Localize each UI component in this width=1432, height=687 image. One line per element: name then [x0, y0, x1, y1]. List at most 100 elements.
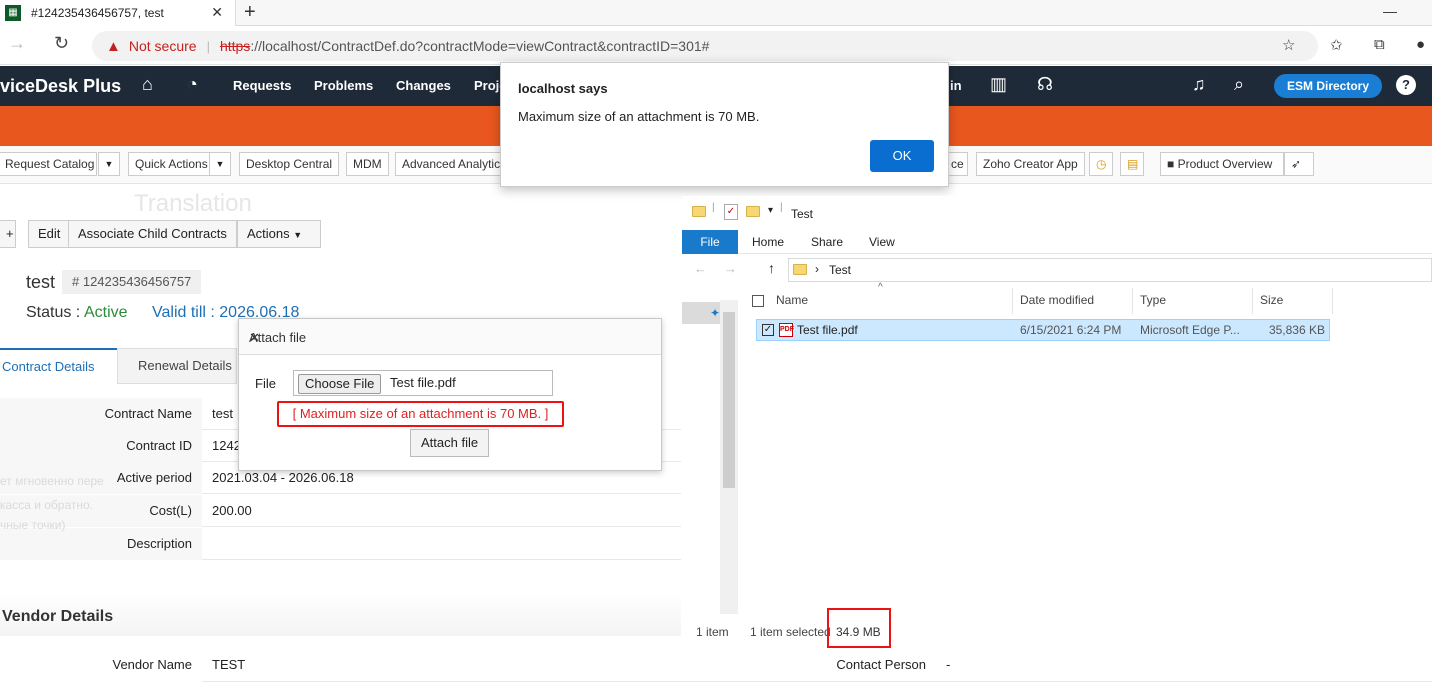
minimize-icon[interactable]: —	[1383, 0, 1397, 22]
reports-icon[interactable]: ▥	[990, 74, 1007, 95]
associate-child-contracts-button[interactable]: Associate Child Contracts	[68, 220, 237, 248]
detail-value: test	[212, 406, 233, 421]
detail-value: 1242	[212, 438, 241, 453]
title-separator: |	[780, 202, 783, 213]
column-date-modified[interactable]: Date modified	[1020, 293, 1094, 307]
nav-scroll-thumb[interactable]	[723, 312, 735, 488]
column-divider[interactable]	[1132, 288, 1133, 314]
mdm-button[interactable]: MDM	[346, 152, 389, 176]
dashboard-icon[interactable]: ◔	[187, 74, 198, 95]
contract-title: test	[26, 272, 56, 292]
address-folder-icon	[793, 264, 807, 275]
help-icon[interactable]: ?	[1396, 75, 1416, 95]
breadcrumb-folder[interactable]: Test	[829, 263, 851, 277]
quick-actions-button[interactable]: Quick Actions	[128, 152, 210, 176]
search-icon[interactable]: ⌕	[1234, 74, 1244, 95]
alert-message: Maximum size of an attachment is 70 MB.	[518, 109, 760, 124]
nav-changes[interactable]: Changes	[396, 78, 451, 93]
add-favorite-icon[interactable]: ☆	[1282, 36, 1295, 54]
detail-value: 200.00	[212, 503, 252, 518]
request-catalog-button[interactable]: Request Catalog	[0, 152, 97, 176]
close-icon[interactable]: ✕	[249, 330, 639, 346]
bell-icon[interactable]: ♫	[1192, 74, 1206, 95]
ghost-translation-text: Translation	[134, 190, 252, 217]
home-icon[interactable]: ⌂	[142, 74, 153, 95]
ribbon-tab-home[interactable]: Home	[752, 235, 784, 249]
product-overview-button[interactable]: ■ Product Overview	[1160, 152, 1284, 176]
choose-file-button[interactable]: Choose File	[298, 374, 382, 394]
up-arrow-icon[interactable]: ↑	[768, 260, 775, 276]
edit-button[interactable]: Edit	[28, 220, 71, 248]
file-checkbox[interactable]: ✓	[762, 324, 774, 336]
back-icon[interactable]: →	[8, 33, 26, 54]
folder-icon[interactable]	[692, 206, 706, 217]
desktop-central-button[interactable]: Desktop Central	[239, 152, 340, 176]
select-all-checkbox[interactable]	[752, 295, 764, 307]
zoho-creator-button[interactable]: Zoho Creator App	[976, 152, 1085, 176]
browser-alert-dialog: localhost says Maximum size of an attach…	[500, 62, 949, 187]
rocket-icon[interactable]: ➶	[1284, 152, 1314, 176]
column-divider[interactable]	[1012, 288, 1013, 314]
file-type: Microsoft Edge P...	[1140, 323, 1240, 337]
url-bar[interactable]: ▲ Not secure | https://localhost/Contrac…	[92, 31, 1318, 61]
collections-icon[interactable]: ⧉	[1374, 36, 1385, 53]
explorer-address-bar[interactable]: › Test	[788, 258, 1432, 282]
refresh-icon[interactable]: ↻	[54, 33, 69, 54]
alert-title: localhost says	[518, 81, 608, 96]
attach-dialog-header: Attach file ✕	[239, 319, 661, 355]
selected-size-highlight: 34.9 MB	[827, 608, 891, 648]
size-error-message: [ Maximum size of an attachment is 70 MB…	[277, 401, 564, 427]
actions-button[interactable]: Actions ▼	[237, 220, 321, 248]
file-row[interactable]: ✓ PDF Test file.pdf 6/15/2021 6:24 PM Mi…	[756, 319, 1330, 341]
detail-label: Description	[0, 528, 202, 560]
notes-icon[interactable]: ▤	[1120, 152, 1144, 176]
quick-actions-dropdown-icon[interactable]: ▼	[209, 152, 231, 176]
new-tab-icon[interactable]: +	[244, 0, 256, 24]
add-button[interactable]: +	[0, 220, 16, 248]
nav-problems[interactable]: Problems	[314, 78, 373, 93]
vendor-name-label: Vendor Name	[0, 648, 202, 682]
ribbon-tab-share[interactable]: Share	[811, 235, 843, 249]
ribbon-tab-file[interactable]: File	[682, 230, 738, 254]
column-divider[interactable]	[1252, 288, 1253, 314]
detail-row: Description	[0, 528, 681, 560]
back-arrow-icon[interactable]: ←	[694, 261, 707, 276]
timer-icon[interactable]: ◷	[1089, 152, 1113, 176]
column-name[interactable]: Name	[776, 293, 808, 307]
profile-icon[interactable]: ●	[1416, 36, 1425, 53]
ok-button[interactable]: OK	[870, 140, 934, 172]
new-folder-icon[interactable]	[746, 206, 760, 217]
attach-file-button[interactable]: Attach file	[410, 429, 490, 457]
not-secure-label[interactable]: Not secure	[129, 38, 197, 54]
url-protocol: https	[219, 38, 251, 54]
esm-directory-button[interactable]: ESM Directory	[1274, 74, 1382, 98]
navigation-pane[interactable]: ✦	[682, 286, 738, 622]
properties-icon[interactable]: ✓	[724, 204, 738, 220]
column-size[interactable]: Size	[1260, 293, 1283, 307]
browser-tab[interactable]: ▦ #124235436456757, test ✕	[0, 0, 236, 26]
nav-requests[interactable]: Requests	[233, 78, 292, 93]
support-icon[interactable]: ☊	[1037, 74, 1053, 95]
favorites-icon[interactable]: ✩	[1330, 36, 1343, 54]
app-logo[interactable]: viceDesk Plus	[0, 76, 121, 97]
request-catalog-dropdown-icon[interactable]: ▼	[98, 152, 120, 176]
actions-dropdown-icon: ▼	[293, 230, 303, 240]
customize-qat-icon[interactable]: ▾	[768, 205, 773, 216]
column-divider[interactable]	[1332, 288, 1333, 314]
file-label: File	[255, 376, 276, 391]
advanced-analytics-button[interactable]: Advanced Analytic	[395, 152, 501, 176]
detail-label: Contract ID	[0, 430, 202, 462]
column-type[interactable]: Type	[1140, 293, 1166, 307]
pdf-file-icon: PDF	[779, 323, 794, 337]
ribbon-tab-view[interactable]: View	[869, 235, 895, 249]
ghost-text: ет мгновенно пере	[0, 474, 104, 488]
url-text[interactable]: https://localhost/ContractDef.do?contrac…	[220, 38, 710, 54]
vendor-name-value: TEST	[212, 657, 246, 672]
forward-arrow-icon[interactable]: →	[724, 261, 737, 276]
tab-contract-details[interactable]: Contract Details	[0, 348, 117, 384]
file-input[interactable]: Choose File Test file.pdf	[293, 370, 553, 396]
nav-admin[interactable]: in	[950, 78, 962, 93]
file-explorer-window: | ✓ ▾ | Test File Home Share View ← → ↑ …	[682, 196, 1432, 648]
tab-close-icon[interactable]: ✕	[211, 4, 223, 21]
tab-renewal-details[interactable]: Renewal Details	[117, 348, 237, 384]
